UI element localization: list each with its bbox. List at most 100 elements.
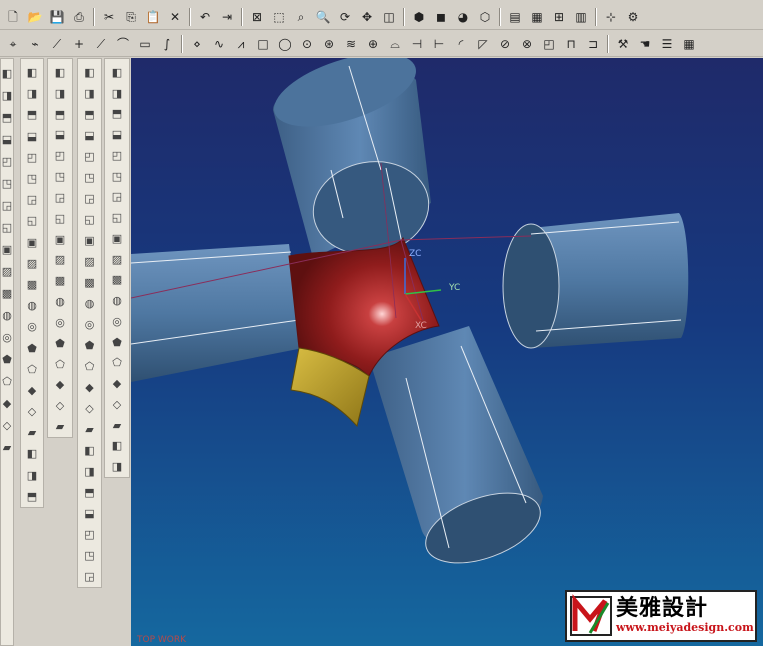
surface-tool-icon[interactable]: ▩ [0,284,16,302]
block-icon[interactable]: ◧ [108,64,126,81]
boss-icon[interactable]: ▨ [23,255,41,272]
right-cylinder[interactable] [502,213,689,349]
sphere-icon[interactable]: ◲ [81,568,99,585]
bound-icon[interactable]: ◰ [51,147,69,164]
groove-solid-icon[interactable]: ▩ [108,272,126,289]
gap-icon[interactable]: ⬒ [81,484,99,501]
sphere-solid-icon[interactable]: ⬓ [108,126,126,143]
edge-blend-icon[interactable]: ◳ [81,169,99,186]
thread-solid-icon[interactable]: ⬟ [108,334,126,351]
top-cylinder[interactable] [265,58,436,263]
delete-icon[interactable]: ✕ [166,8,184,26]
morph-icon[interactable]: ⬓ [81,127,99,144]
thicken-icon[interactable]: ◆ [51,376,69,393]
fit-view-icon[interactable]: ⊠ [248,8,266,26]
curve-tool-icon[interactable]: ◳ [0,174,16,192]
law-surface-icon[interactable]: ◍ [81,295,99,312]
slot-icon[interactable]: ◍ [23,297,41,314]
curve-icon[interactable]: ∿ [210,35,228,53]
transition-icon[interactable]: ▩ [51,272,69,289]
cone-solid-icon[interactable]: ⬒ [108,106,126,123]
open-folder-icon[interactable]: 📂 [26,8,44,26]
trim-tool-icon[interactable]: ◲ [0,196,16,214]
swept-face-icon[interactable]: ◲ [51,189,69,206]
extend-icon[interactable]: ⊢ [430,35,448,53]
wrap-icon[interactable]: ⚒ [614,35,632,53]
bottom-cylinder[interactable] [369,326,550,577]
split-body-icon[interactable]: ▰ [108,417,126,434]
cut-icon[interactable]: ✂ [100,8,118,26]
grid-tool-icon[interactable]: ◎ [0,328,16,346]
boss-solid-icon[interactable]: ◱ [108,209,126,226]
offset-body-icon[interactable]: ◨ [108,458,126,475]
graphics-viewport[interactable]: ZC YC XC TOP WORK 美雅設計 www.meiyadesign.c… [131,58,763,646]
wave-surface-icon[interactable]: ▩ [81,274,99,291]
pattern-icon[interactable]: ◆ [23,382,41,399]
zoom-window-icon[interactable]: ⬚ [270,8,288,26]
sweep-icon[interactable]: ◰ [23,149,41,166]
n-sided-icon[interactable]: ◳ [51,168,69,185]
join-icon[interactable]: ⊗ [518,35,536,53]
pen-icon[interactable]: ⬒ [0,108,16,126]
trim-body-icon[interactable]: ◇ [108,396,126,413]
surface-mesh-icon[interactable]: ◰ [81,148,99,165]
chamfer-icon[interactable]: ◸ [474,35,492,53]
box-tool-icon[interactable]: ▨ [0,262,16,280]
rotate-icon[interactable]: ⟳ [336,8,354,26]
line-icon[interactable]: ⟋ [48,35,66,53]
frame-icon[interactable]: ◧ [81,64,99,81]
trim-icon[interactable]: ⊣ [408,35,426,53]
undo-icon[interactable]: ↶ [196,8,214,26]
pad-icon[interactable]: ◳ [108,168,126,185]
box-solid-icon[interactable]: ⬓ [81,505,99,522]
mirror-icon[interactable]: ◇ [23,403,41,420]
variable-blend-icon[interactable]: ▣ [81,232,99,249]
paste-icon[interactable]: 📋 [144,8,162,26]
shaded-cube-icon[interactable]: ⬢ [410,8,428,26]
cliff-blend-icon[interactable]: ▨ [81,253,99,270]
wire-cube-icon[interactable]: ⬡ [476,8,494,26]
print-icon[interactable]: ⎙ [70,8,88,26]
trim-sheet-icon[interactable]: ◎ [51,314,69,331]
extract-icon[interactable]: ◧ [108,438,126,455]
styled-icon[interactable]: ◱ [51,210,69,227]
draft-icon[interactable]: ▣ [23,234,41,251]
offset-icon[interactable]: ⊕ [364,35,382,53]
hole-icon[interactable]: ⬟ [23,339,41,356]
zoom-icon[interactable]: 🔍 [314,8,332,26]
arc-icon[interactable]: ⌒ [114,35,132,53]
intersect-body-icon[interactable]: ⬒ [23,488,41,505]
gear-tool-icon[interactable]: ◆ [0,394,16,412]
arc-tool-icon[interactable]: ⬓ [0,130,16,148]
sweep-face-icon[interactable]: ⬒ [81,106,99,123]
divide-icon[interactable]: ⊘ [496,35,514,53]
mesh-icon[interactable]: ⬒ [51,106,69,123]
pocket-solid-icon[interactable]: ◲ [108,189,126,206]
project-icon[interactable]: ◰ [540,35,558,53]
feature-icon[interactable]: ▦ [528,8,546,26]
bridge-icon[interactable]: ⌓ [386,35,404,53]
extrude-icon[interactable]: ◧ [23,64,41,81]
cursor-tool-icon[interactable]: ◇ [0,416,16,434]
face-icon[interactable]: ⬓ [23,128,41,145]
draft-check-icon[interactable]: ⬟ [81,337,99,354]
edit-icon[interactable]: ◨ [0,86,16,104]
zoom-area-icon[interactable]: ⌕ [292,8,310,26]
silhouette-icon[interactable]: ▣ [51,231,69,248]
loft-icon[interactable]: ◳ [23,170,41,187]
sew-icon[interactable]: ⬟ [51,335,69,352]
line-angle-icon[interactable]: ⟋ [92,35,110,53]
datum-icon[interactable]: ⬒ [23,106,41,123]
cube-solid-icon[interactable]: ◰ [81,526,99,543]
law-icon[interactable]: ▨ [51,251,69,268]
blend-solid-icon[interactable]: ⬠ [108,355,126,372]
section-icon[interactable]: ⊐ [584,35,602,53]
model-canvas[interactable]: ZC YC XC [131,58,763,646]
enlarge-icon[interactable]: ▰ [51,418,69,435]
books-icon[interactable]: ▦ [680,35,698,53]
cyan-cube-icon[interactable]: ◼ [432,8,450,26]
section-view-icon[interactable]: ◇ [81,400,99,417]
left-cylinder[interactable] [131,244,303,382]
part-icon[interactable]: ▥ [572,8,590,26]
measure-icon[interactable]: ⊹ [602,8,620,26]
